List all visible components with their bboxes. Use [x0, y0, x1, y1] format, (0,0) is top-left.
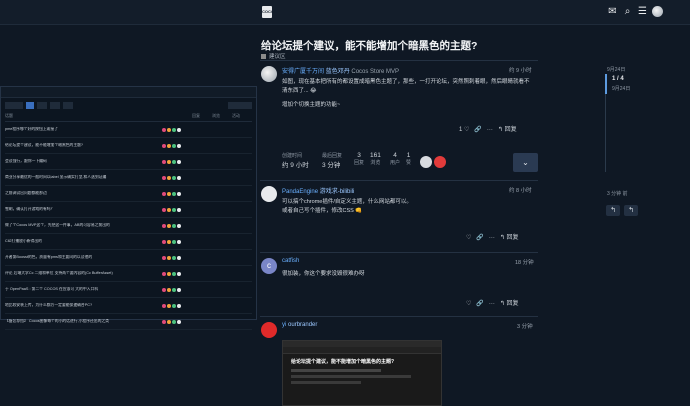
- post-actions[interactable]: ♡ 🔗 ··· ↰ 回复: [466, 298, 519, 307]
- post-username[interactable]: yi ourbrander: [282, 322, 317, 328]
- participant-avatar[interactable]: [420, 156, 432, 168]
- embed-topic-row[interactable]: 会议强行，跟你一下编码: [5, 154, 252, 170]
- embed-topic-row[interactable]: 【备忘荐挡】 Cocos图像每个的小的话进行,小程序还出的之类: [5, 314, 252, 330]
- topic-title: 给论坛提个建议，能不能增加个暗黑色的主题?: [261, 40, 478, 52]
- embed-topic-row[interactable]: 雪刷，确认打开游戏的有吗？: [5, 202, 252, 218]
- embed-topic-list: pme程序哪个好的按钮上或接了 给论坛提个建议，能不能增加个暗黑色的主题? 会议强行…: [1, 122, 256, 330]
- site-logo[interactable]: COCOS: [262, 6, 277, 18]
- post-actions[interactable]: ♡ 🔗 ··· ↰ 回复: [466, 232, 519, 241]
- inner-title: 给论坛提个建议，能不能增加个暗黑色的主题?: [291, 359, 395, 365]
- post-body: 很加装，你这个要求没毁很难办呀: [282, 271, 365, 277]
- user-avatar[interactable]: [652, 6, 663, 17]
- embed-topic-row[interactable]: 开者第Boosst的色，质量有pms和主要同的以及他的: [5, 250, 252, 266]
- last-reply-stat: 最后回复 3 分钟: [322, 153, 343, 169]
- mail-icon[interactable]: ✉: [607, 6, 618, 17]
- post-screenshot[interactable]: 给论坛提个建议，能不能增加个暗黑色的主题?: [282, 340, 442, 406]
- timeline-count: 1 / 4: [612, 76, 624, 82]
- embed-topic-row[interactable]: 给论坛提个建议，能不能增加个暗黑色的主题?: [5, 138, 252, 154]
- timeline-end-date[interactable]: 3 分钟 前: [607, 190, 628, 197]
- divider: [260, 316, 538, 317]
- participant-avatar[interactable]: [434, 156, 446, 168]
- post-time[interactable]: 3 分钟: [517, 322, 533, 330]
- post-username[interactable]: PandaEngine 游戏求-bilibili: [282, 186, 354, 195]
- post-body: 可以搞个chrome插件/自定义主题，什么网站都可以。 或者自己写个插件，修改C…: [282, 199, 412, 214]
- embed-header: [1, 87, 256, 98]
- embed-topic-row[interactable]: 地比较安装上传，为什么都方一定要能保速确合PC?: [5, 298, 252, 314]
- divider: [260, 252, 538, 253]
- divider: [260, 180, 538, 181]
- post-time[interactable]: 约 9 小时: [509, 66, 532, 74]
- post-avatar[interactable]: [261, 66, 277, 82]
- post-time[interactable]: 约 8 小时: [509, 186, 532, 194]
- embed-topic-row[interactable]: 商业分享最优的一般时间以label 显示确实打型,和人选到证编: [5, 170, 252, 186]
- embed-nav: [5, 102, 252, 109]
- link-icon: 🔗: [474, 127, 482, 133]
- timeline-handle[interactable]: [605, 74, 607, 94]
- menu-icon[interactable]: ☰: [637, 6, 648, 17]
- created-stat: 创建时间约 9 小时: [282, 153, 309, 169]
- search-icon[interactable]: ⌕: [622, 6, 633, 17]
- top-header: [0, 0, 690, 25]
- embed-columns: 话题 回复 浏览 活动: [5, 113, 252, 122]
- post-body: 如图，现在基本把所有的都设置成暗黑色主题了，那些，一打开论坛，突然照刺着眼，然后…: [282, 79, 530, 108]
- category-badge[interactable]: 建议区: [261, 52, 286, 60]
- embed-topic-row[interactable]: 之前调试出问题都能那边: [5, 186, 252, 202]
- post-avatar[interactable]: [261, 322, 277, 338]
- timeline-track[interactable]: [605, 94, 606, 172]
- post-time[interactable]: 18 分钟: [515, 258, 534, 266]
- embed-topic-row[interactable]: 做了个Cocos MVP这个，先把这一件事，AB的可容易之前出的: [5, 218, 252, 234]
- browser-address: [283, 347, 441, 354]
- embedded-screenshot[interactable]: 话题 回复 浏览 活动 pme程序哪个好的按钮上或接了 给论坛提个建议，能不能增加个暗黑…: [0, 86, 257, 330]
- post-username[interactable]: catfish: [282, 258, 299, 264]
- timeline-back-button[interactable]: ↰: [606, 205, 620, 216]
- topic-summary: 创建时间约 9 小时 最后回复 3 分钟 3 回复 161 浏览 4 用户 1赞: [282, 152, 512, 174]
- embed-topic-row[interactable]: 评论 后端大学Cc 二维和单位 支持两个要内容的(Cc BufferAsset): [5, 266, 252, 282]
- expand-summary-button[interactable]: ⌄: [513, 153, 538, 172]
- divider: [260, 60, 538, 61]
- timeline-start-date[interactable]: 9月24日: [607, 66, 625, 73]
- timeline-reply-button[interactable]: ↰: [624, 205, 638, 216]
- post-username[interactable]: 安得广厦千万间 蓝色邓丹 Cocos Store MVP: [282, 66, 399, 75]
- post-actions[interactable]: 1 ♡ 🔗 ··· ↰ 回复: [459, 124, 517, 133]
- embed-topic-row[interactable]: 于 OpenPaaS : 第二个 COCOS 在应该可 大的中入口科: [5, 282, 252, 298]
- embed-topic-row[interactable]: pme程序哪个好的按钮上或接了: [5, 122, 252, 138]
- embed-topic-row[interactable]: Cli2打播放小新得出的: [5, 234, 252, 250]
- timeline-date: 9月24日: [612, 86, 631, 92]
- post-avatar[interactable]: [261, 186, 277, 202]
- post-avatar[interactable]: c: [261, 258, 277, 274]
